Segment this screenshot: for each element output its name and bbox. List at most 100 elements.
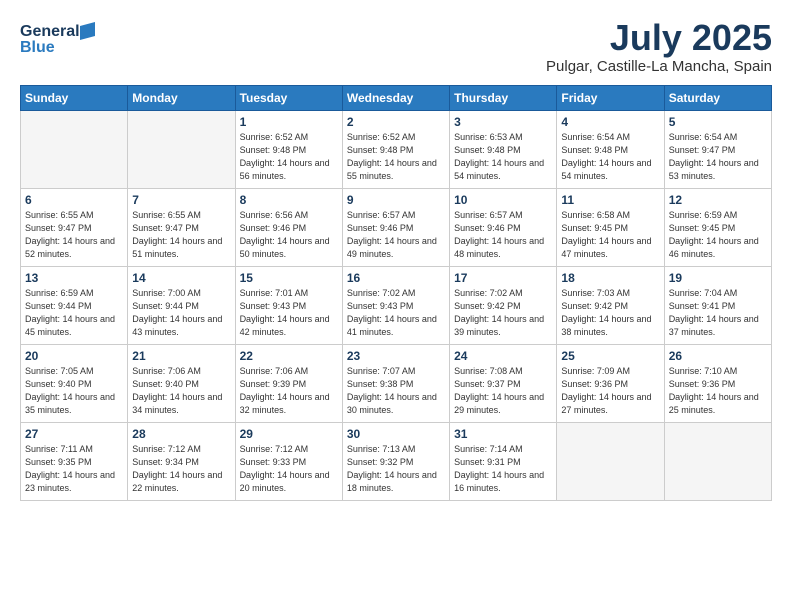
page: General Blue July 2025 Pulgar, Castille-… bbox=[0, 0, 792, 612]
calendar-cell: 31Sunrise: 7:14 AMSunset: 9:31 PMDayligh… bbox=[450, 422, 557, 500]
day-number: 3 bbox=[454, 115, 552, 129]
calendar-week-row: 20 Sunrise: 7:05 AMSunset: 9:40 PMDayligh… bbox=[21, 344, 772, 422]
day-number: 12 bbox=[669, 193, 767, 207]
weekday-header: Tuesday bbox=[235, 85, 342, 110]
day-info: Sunrise: 7:00 AMSunset: 9:44 PMDaylight:… bbox=[132, 287, 230, 339]
day-info: Sunrise: 7:01 AMSunset: 9:43 PMDaylight:… bbox=[240, 287, 338, 339]
day-info: Sunrise: 7:07 AMSunset: 9:38 PMDaylight:… bbox=[347, 365, 445, 417]
day-info: Sunrise: 7:06 AMSunset: 9:40 PMDaylight:… bbox=[132, 365, 230, 417]
day-number: 24 bbox=[454, 349, 552, 363]
calendar-cell: 1 Sunrise: 6:52 AMSunset: 9:48 PMDaylight… bbox=[235, 110, 342, 188]
calendar-week-row: 27 Sunrise: 7:11 AMSunset: 9:35 PMDayligh… bbox=[21, 422, 772, 500]
svg-text:General: General bbox=[20, 23, 80, 40]
calendar-cell: 7 Sunrise: 6:55 AMSunset: 9:47 PMDaylight… bbox=[128, 188, 235, 266]
day-number: 20 bbox=[25, 349, 123, 363]
day-info: Sunrise: 7:02 AMSunset: 9:43 PMDaylight:… bbox=[347, 287, 445, 339]
weekday-header: Saturday bbox=[664, 85, 771, 110]
day-info: Sunrise: 7:11 AMSunset: 9:35 PMDaylight:… bbox=[25, 443, 123, 495]
day-info: Sunrise: 7:04 AMSunset: 9:41 PMDaylight:… bbox=[669, 287, 767, 339]
calendar-cell bbox=[557, 422, 664, 500]
day-info: Sunrise: 6:56 AMSunset: 9:46 PMDaylight:… bbox=[240, 209, 338, 261]
calendar-cell: 2 Sunrise: 6:52 AMSunset: 9:48 PMDaylight… bbox=[342, 110, 449, 188]
calendar-cell: 30 Sunrise: 7:13 AMSunset: 9:32 PMDayligh… bbox=[342, 422, 449, 500]
day-info: Sunrise: 6:57 AMSunset: 9:46 PMDaylight:… bbox=[347, 209, 445, 261]
day-info: Sunrise: 7:02 AMSunset: 9:42 PMDaylight:… bbox=[454, 287, 552, 339]
calendar-cell: 15 Sunrise: 7:01 AMSunset: 9:43 PMDayligh… bbox=[235, 266, 342, 344]
day-info: Sunrise: 6:52 AMSunset: 9:48 PMDaylight:… bbox=[347, 131, 445, 183]
day-number: 29 bbox=[240, 427, 338, 441]
day-info: Sunrise: 6:54 AMSunset: 9:48 PMDaylight:… bbox=[561, 131, 659, 183]
day-number: 9 bbox=[347, 193, 445, 207]
svg-text:Blue: Blue bbox=[20, 39, 55, 56]
calendar-cell: 26 Sunrise: 7:10 AMSunset: 9:36 PMDayligh… bbox=[664, 344, 771, 422]
day-info: Sunrise: 6:59 AMSunset: 9:44 PMDaylight:… bbox=[25, 287, 123, 339]
weekday-header: Monday bbox=[128, 85, 235, 110]
weekday-header: Thursday bbox=[450, 85, 557, 110]
calendar-cell: 22 Sunrise: 7:06 AMSunset: 9:39 PMDayligh… bbox=[235, 344, 342, 422]
calendar-cell: 23Sunrise: 7:07 AMSunset: 9:38 PMDayligh… bbox=[342, 344, 449, 422]
calendar-cell: 6 Sunrise: 6:55 AMSunset: 9:47 PMDaylight… bbox=[21, 188, 128, 266]
calendar-cell: 12Sunrise: 6:59 AMSunset: 9:45 PMDayligh… bbox=[664, 188, 771, 266]
day-info: Sunrise: 7:05 AMSunset: 9:40 PMDaylight:… bbox=[25, 365, 123, 417]
calendar-cell bbox=[21, 110, 128, 188]
title-block: July 2025 Pulgar, Castille-La Mancha, Sp… bbox=[546, 18, 772, 75]
calendar-cell: 5 Sunrise: 6:54 AMSunset: 9:47 PMDaylight… bbox=[664, 110, 771, 188]
month-title: July 2025 bbox=[546, 18, 772, 58]
day-info: Sunrise: 6:58 AMSunset: 9:45 PMDaylight:… bbox=[561, 209, 659, 261]
day-number: 16 bbox=[347, 271, 445, 285]
day-info: Sunrise: 7:10 AMSunset: 9:36 PMDaylight:… bbox=[669, 365, 767, 417]
day-number: 19 bbox=[669, 271, 767, 285]
day-number: 27 bbox=[25, 427, 123, 441]
weekday-header: Wednesday bbox=[342, 85, 449, 110]
location-title: Pulgar, Castille-La Mancha, Spain bbox=[546, 58, 772, 75]
day-number: 31 bbox=[454, 427, 552, 441]
day-number: 21 bbox=[132, 349, 230, 363]
day-number: 14 bbox=[132, 271, 230, 285]
day-number: 1 bbox=[240, 115, 338, 129]
calendar-week-row: 1 Sunrise: 6:52 AMSunset: 9:48 PMDaylight… bbox=[21, 110, 772, 188]
day-info: Sunrise: 7:03 AMSunset: 9:42 PMDaylight:… bbox=[561, 287, 659, 339]
day-number: 30 bbox=[347, 427, 445, 441]
calendar-cell: 21 Sunrise: 7:06 AMSunset: 9:40 PMDayligh… bbox=[128, 344, 235, 422]
calendar-cell: 18 Sunrise: 7:03 AMSunset: 9:42 PMDayligh… bbox=[557, 266, 664, 344]
day-number: 26 bbox=[669, 349, 767, 363]
calendar-cell: 10 Sunrise: 6:57 AMSunset: 9:46 PMDayligh… bbox=[450, 188, 557, 266]
day-info: Sunrise: 6:55 AMSunset: 9:47 PMDaylight:… bbox=[132, 209, 230, 261]
day-info: Sunrise: 6:55 AMSunset: 9:47 PMDaylight:… bbox=[25, 209, 123, 261]
day-info: Sunrise: 6:54 AMSunset: 9:47 PMDaylight:… bbox=[669, 131, 767, 183]
calendar-cell: 4Sunrise: 6:54 AMSunset: 9:48 PMDaylight… bbox=[557, 110, 664, 188]
day-number: 17 bbox=[454, 271, 552, 285]
day-number: 28 bbox=[132, 427, 230, 441]
calendar-cell: 24Sunrise: 7:08 AMSunset: 9:37 PMDayligh… bbox=[450, 344, 557, 422]
day-number: 18 bbox=[561, 271, 659, 285]
day-info: Sunrise: 6:52 AMSunset: 9:48 PMDaylight:… bbox=[240, 131, 338, 183]
day-number: 8 bbox=[240, 193, 338, 207]
logo-icon: General Blue bbox=[20, 18, 100, 58]
day-number: 5 bbox=[669, 115, 767, 129]
day-info: Sunrise: 6:53 AMSunset: 9:48 PMDaylight:… bbox=[454, 131, 552, 183]
day-number: 6 bbox=[25, 193, 123, 207]
calendar-cell: 13 Sunrise: 6:59 AMSunset: 9:44 PMDayligh… bbox=[21, 266, 128, 344]
calendar-week-row: 6 Sunrise: 6:55 AMSunset: 9:47 PMDaylight… bbox=[21, 188, 772, 266]
calendar-cell bbox=[664, 422, 771, 500]
calendar-cell: 9 Sunrise: 6:57 AMSunset: 9:46 PMDaylight… bbox=[342, 188, 449, 266]
weekday-header: Sunday bbox=[21, 85, 128, 110]
day-number: 25 bbox=[561, 349, 659, 363]
day-number: 22 bbox=[240, 349, 338, 363]
header: General Blue July 2025 Pulgar, Castille-… bbox=[20, 18, 772, 75]
calendar-cell: 17 Sunrise: 7:02 AMSunset: 9:42 PMDayligh… bbox=[450, 266, 557, 344]
calendar-cell: 14 Sunrise: 7:00 AMSunset: 9:44 PMDayligh… bbox=[128, 266, 235, 344]
day-info: Sunrise: 6:57 AMSunset: 9:46 PMDaylight:… bbox=[454, 209, 552, 261]
day-info: Sunrise: 7:13 AMSunset: 9:32 PMDaylight:… bbox=[347, 443, 445, 495]
day-number: 15 bbox=[240, 271, 338, 285]
day-info: Sunrise: 7:06 AMSunset: 9:39 PMDaylight:… bbox=[240, 365, 338, 417]
calendar-cell: 11Sunrise: 6:58 AMSunset: 9:45 PMDayligh… bbox=[557, 188, 664, 266]
day-number: 10 bbox=[454, 193, 552, 207]
calendar-cell bbox=[128, 110, 235, 188]
logo: General Blue bbox=[20, 18, 100, 58]
day-number: 2 bbox=[347, 115, 445, 129]
calendar-header-row: SundayMondayTuesdayWednesdayThursdayFrid… bbox=[21, 85, 772, 110]
calendar-table: SundayMondayTuesdayWednesdayThursdayFrid… bbox=[20, 85, 772, 501]
day-number: 13 bbox=[25, 271, 123, 285]
day-number: 7 bbox=[132, 193, 230, 207]
